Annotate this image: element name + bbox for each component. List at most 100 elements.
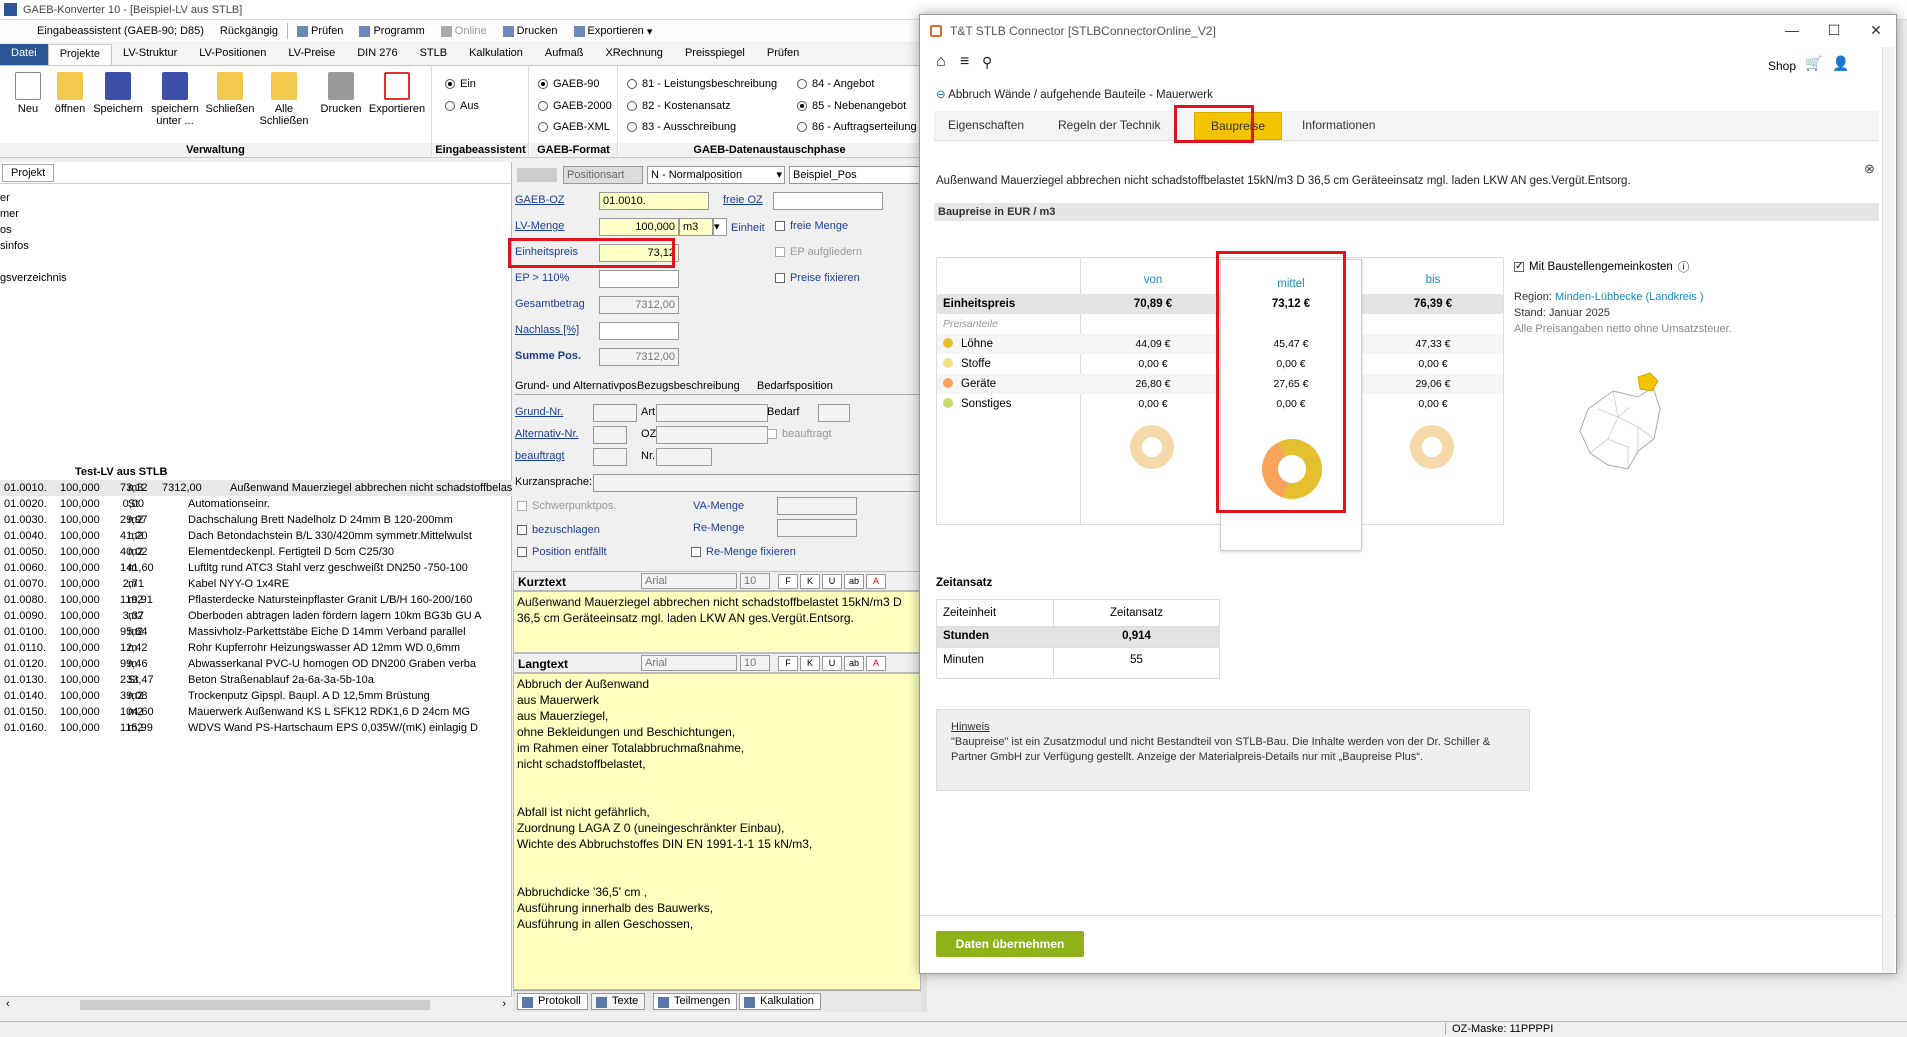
editor-toolbar-icons[interactable] <box>517 168 557 182</box>
radio-82[interactable]: 82 - Kostenansatz <box>627 100 731 112</box>
table-row[interactable]: 01.0080. 100,000 m2 119,91 Pflasterdecke Nat… <box>0 592 512 608</box>
table-row[interactable]: 01.0010. 100,000 m3 73,12 7312,00 Außenwand M… <box>0 480 512 496</box>
table-row[interactable]: 01.0030. 100,000 m2 29,97 Dachschalung Brett… <box>0 512 512 528</box>
maximize-icon[interactable]: ☐ <box>1819 22 1849 39</box>
cart-icon[interactable]: 🛒 <box>1805 55 1822 72</box>
radio-85[interactable]: 85 - Nebenangebot <box>797 100 906 112</box>
bedarf-select[interactable] <box>818 404 850 422</box>
tab-projekte[interactable]: Projekte <box>47 44 113 65</box>
neu-button[interactable]: Neu <box>10 72 46 115</box>
scroll-left-icon[interactable]: ‹ <box>6 998 10 1010</box>
home-icon[interactable]: ⌂ <box>936 53 946 71</box>
table-row[interactable]: 01.0120. 100,000 m 99,46 Abwasserkanal PVC-U… <box>0 656 512 672</box>
tab-din276[interactable]: DIN 276 <box>346 44 408 65</box>
nr-select[interactable] <box>656 448 712 466</box>
font-select[interactable]: Arial <box>641 655 737 671</box>
radio-aus[interactable]: Aus <box>445 100 479 112</box>
minimize-icon[interactable]: — <box>1777 22 1807 38</box>
tab-lv-preise[interactable]: LV-Preise <box>277 44 346 65</box>
format-button[interactable]: A <box>866 656 886 671</box>
back-arrow-icon[interactable]: ⊖ <box>936 89 946 101</box>
tab-aufmass[interactable]: Aufmaß <box>534 44 595 65</box>
table-row[interactable]: 01.0130. 100,000 St 233,47 Beton Straßenabla… <box>0 672 512 688</box>
scroll-thumb[interactable] <box>80 1000 430 1010</box>
radio-ein[interactable]: Ein <box>445 78 476 90</box>
print-button[interactable]: Drucken <box>496 22 565 40</box>
format-button[interactable]: ab <box>844 656 864 671</box>
radio-83[interactable]: 83 - Ausschreibung <box>627 121 736 133</box>
speichern-button[interactable]: Speichern <box>92 72 144 115</box>
table-row[interactable]: 01.0040. 100,000 m2 41,20 Dach Betondachstei… <box>0 528 512 544</box>
ep-aufgliedern-checkbox[interactable]: EP aufgliedern <box>775 246 862 258</box>
format-button[interactable]: K <box>800 574 820 589</box>
beispiel-pos[interactable]: Beispiel_Pos <box>789 166 921 184</box>
radio-86[interactable]: 86 - Auftragserteilung <box>797 121 917 133</box>
lv-menge-field[interactable]: 100,000 <box>599 218 679 236</box>
tab-xrechnung[interactable]: XRechnung <box>594 44 674 65</box>
tab-informationen[interactable]: Informationen <box>1302 118 1375 132</box>
table-row[interactable]: 01.0070. 100,000 m 2,71 Kabel NYY-O 1x4RE <box>0 576 512 592</box>
program-button[interactable]: Programm <box>352 22 431 40</box>
einheit-field[interactable]: m3 <box>679 218 713 236</box>
stlb-scrollbar[interactable] <box>1882 47 1894 973</box>
format-button[interactable]: ab <box>844 574 864 589</box>
ep110-field[interactable] <box>599 270 679 288</box>
schliessen-button[interactable]: Schließen <box>204 72 256 115</box>
scroll-right-icon[interactable]: › <box>502 998 506 1010</box>
grundnr-select[interactable] <box>593 404 637 422</box>
tree-item[interactable]: mer <box>0 206 67 222</box>
breadcrumb[interactable]: ⊖ Abbruch Wände / aufgehende Bauteile - … <box>936 87 1213 101</box>
check-button[interactable]: Prüfen <box>290 22 350 40</box>
drucken-button[interactable]: Drucken <box>318 72 364 115</box>
tab-teilmengen[interactable]: Teilmengen <box>653 993 738 1010</box>
table-row[interactable]: 01.0140. 100,000 m2 39,08 Trockenputz Gipspl… <box>0 688 512 704</box>
alle-schliessen-button[interactable]: Alle Schließen <box>258 72 310 127</box>
radio-gaeb2000[interactable]: GAEB-2000 <box>538 100 612 112</box>
tree-item[interactable]: sinfos <box>0 238 67 254</box>
tab-protokoll[interactable]: Protokoll <box>517 993 588 1010</box>
radio-gaeb90[interactable]: GAEB-90 <box>538 78 599 90</box>
close-circle-icon[interactable]: ⊗ <box>1864 161 1875 177</box>
altnr-select[interactable] <box>593 426 627 444</box>
table-row[interactable]: 01.0020. 100,000 St 0,00 Automationseinr. <box>0 496 512 512</box>
font-select[interactable]: Arial <box>641 573 737 589</box>
kurzansprache-field[interactable] <box>593 474 921 492</box>
art-select[interactable] <box>656 404 768 422</box>
radio-84[interactable]: 84 - Angebot <box>797 78 874 90</box>
tab-lv-struktur[interactable]: LV-Struktur <box>112 44 188 65</box>
langtext-area[interactable]: Abbruch der Außenwand aus Mauerwerk aus Ma… <box>513 673 921 990</box>
tree-item[interactable]: gsverzeichnis <box>0 270 67 286</box>
tab-preisspiegel[interactable]: Preisspiegel <box>674 44 756 65</box>
undo-button[interactable]: Rückgängig <box>213 22 285 40</box>
einheit-dropdown[interactable]: ▾ <box>713 218 727 236</box>
mit-bgk-checkbox[interactable]: ✓ Mit Baustellengemeinkosten ⓘ <box>1514 259 1689 275</box>
bezuschlagen-checkbox[interactable]: bezuschlagen <box>517 524 600 536</box>
tab-kalkulation[interactable]: Kalkulation <box>458 44 534 65</box>
position-entfaellt-checkbox[interactable]: Position entfällt <box>517 546 607 558</box>
export-button[interactable]: Exportieren ▾ <box>567 22 660 41</box>
search-icon[interactable]: ⚲ <box>982 54 992 71</box>
speichern-unter-button[interactable]: speichern unter ... <box>148 72 202 127</box>
tab-stlb[interactable]: STLB <box>409 44 459 65</box>
re-menge-fixieren-checkbox[interactable]: Re-Menge fixieren <box>691 546 796 558</box>
preise-fixieren-checkbox[interactable]: Preise fixieren <box>775 272 860 284</box>
schwerpunkt-checkbox[interactable]: Schwerpunktpos. <box>517 500 616 512</box>
format-button[interactable]: A <box>866 574 886 589</box>
gaeb-oz-field[interactable]: 01.0010. <box>599 192 709 210</box>
beauftragt2-checkbox[interactable]: beauftragt <box>767 428 832 440</box>
positionsart-select[interactable]: N - Normalposition ▾ <box>647 166 785 184</box>
tab-regeln-der-technik[interactable]: Regeln der Technik <box>1058 118 1161 132</box>
table-row[interactable]: 01.0050. 100,000 m2 40,02 Elementdeckenpl. F… <box>0 544 512 560</box>
tab-pruefen[interactable]: Prüfen <box>756 44 810 65</box>
tab-projekt[interactable]: Projekt <box>2 164 55 182</box>
exportieren-button[interactable]: Exportieren <box>366 72 428 115</box>
daten-uebernehmen-button[interactable]: Daten übernehmen <box>936 931 1084 957</box>
format-button[interactable]: U <box>822 656 842 671</box>
freie-oz-field[interactable] <box>773 192 883 210</box>
size-select[interactable]: 10 <box>740 573 770 589</box>
menu-icon[interactable]: ≡ <box>960 53 969 71</box>
close-icon[interactable]: ✕ <box>1861 22 1891 39</box>
table-row[interactable]: 01.0090. 100,000 m2 3,37 Oberboden abtragen … <box>0 608 512 624</box>
online-button[interactable]: Online <box>434 22 494 40</box>
user-icon[interactable]: 👤 <box>1832 55 1849 72</box>
